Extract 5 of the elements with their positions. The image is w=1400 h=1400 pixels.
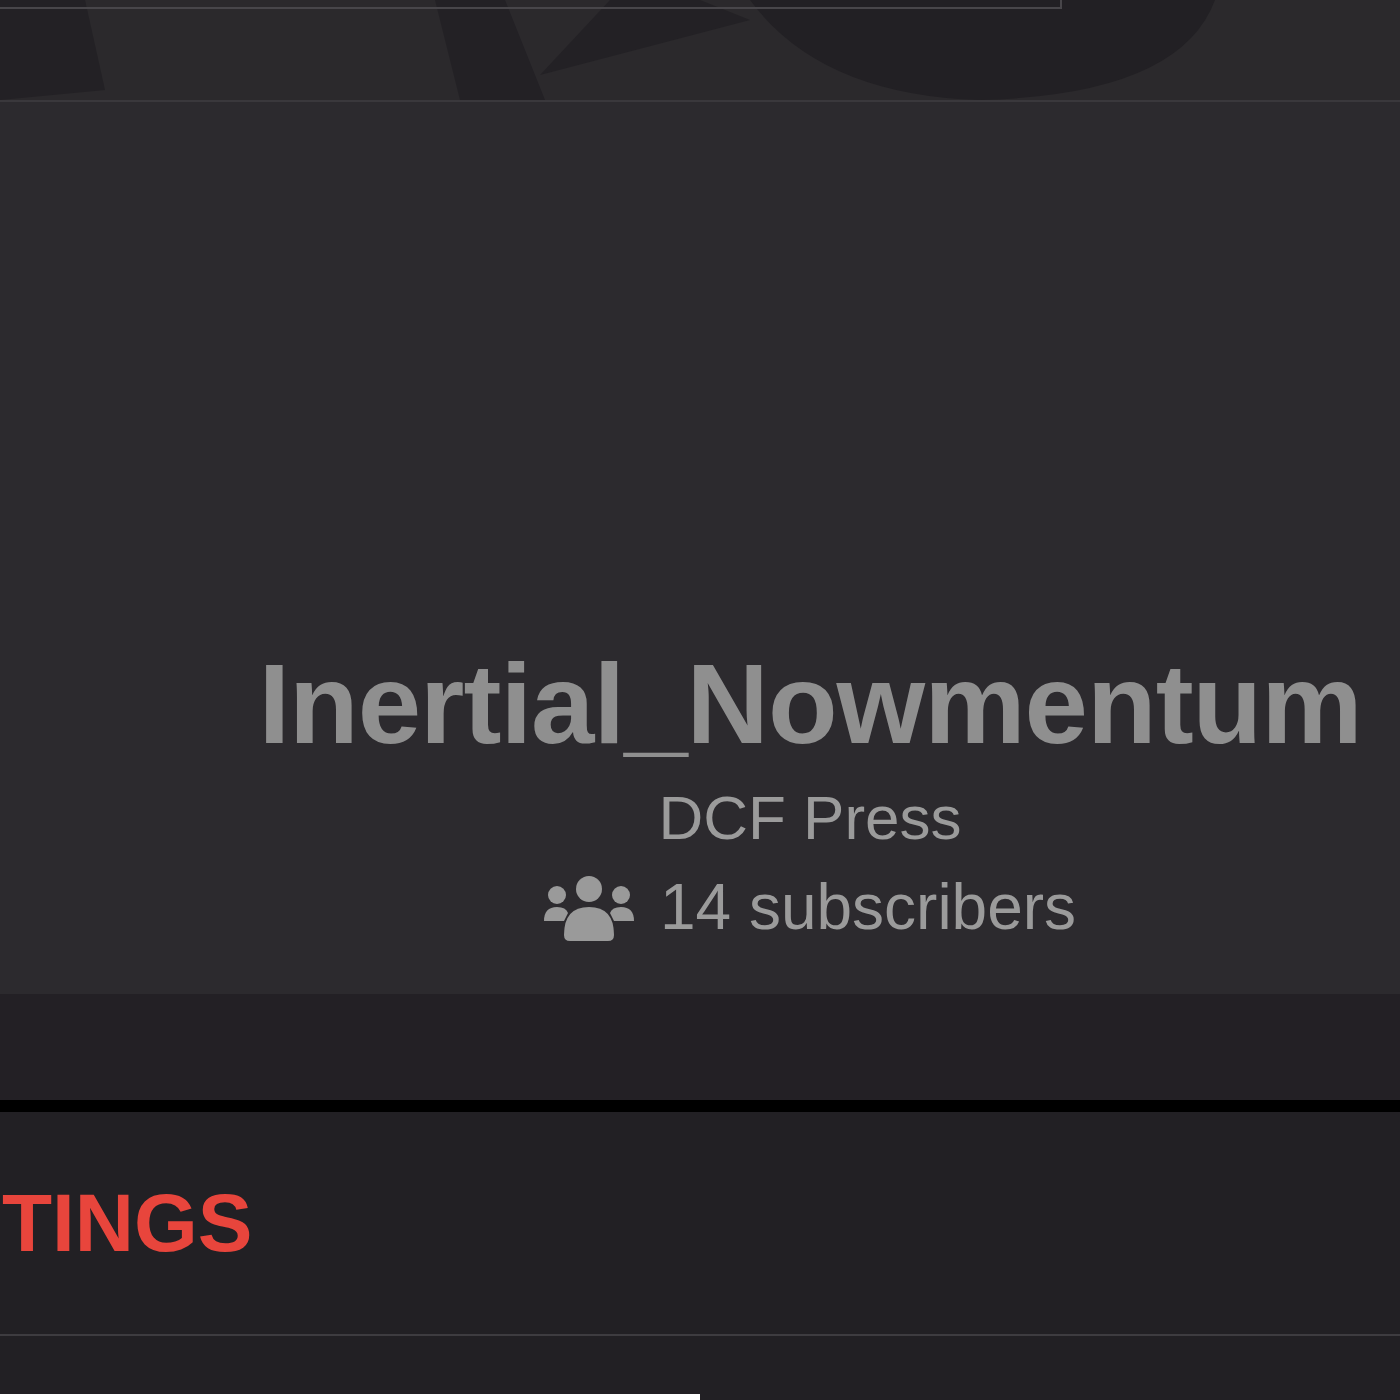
subscriber-count: 14 subscribers (659, 870, 1077, 946)
section-heading: TINGS (2, 1176, 253, 1270)
channel-name: Inertial_Nowmentum (258, 641, 1362, 767)
people-icon (543, 874, 634, 941)
publisher-name: DCF Press (658, 781, 962, 854)
